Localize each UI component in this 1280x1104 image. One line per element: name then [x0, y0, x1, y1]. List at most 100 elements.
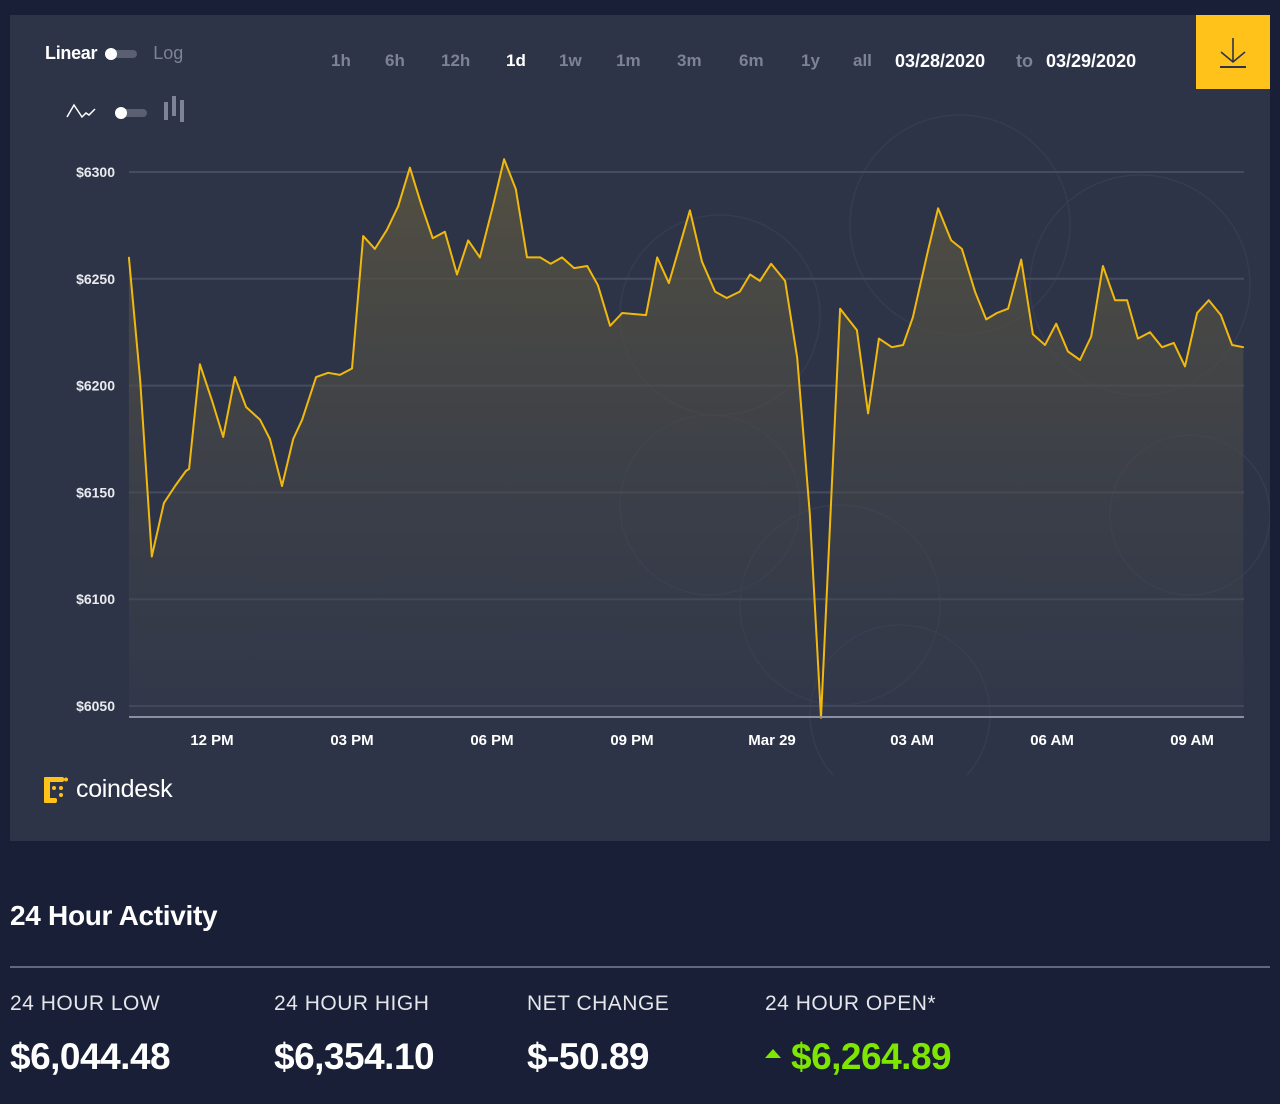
stat-value-text: $6,044.48 — [10, 1036, 171, 1077]
coindesk-logo[interactable]: coindesk — [44, 775, 173, 804]
stat-label: 24 HOUR HIGH — [274, 992, 430, 1015]
data-point — [1231, 344, 1233, 346]
y-tick-label: $6200 — [76, 378, 115, 394]
data-point — [1184, 365, 1186, 368]
data-point — [809, 513, 811, 515]
data-point — [444, 231, 446, 233]
data-point — [749, 273, 751, 276]
data-point — [1055, 322, 1057, 325]
brand-name: coindesk — [76, 775, 173, 803]
stat-value-text: $6,354.10 — [274, 1036, 435, 1077]
stat-24h-low: 24 HOUR LOW $6,044.48 — [10, 992, 171, 1078]
data-point — [586, 265, 588, 267]
data-point — [1173, 342, 1175, 344]
price-area — [128, 159, 1244, 718]
stat-label: 24 HOUR OPEN* — [765, 992, 937, 1015]
stat-label: 24 HOUR LOW — [10, 992, 161, 1015]
data-point — [1137, 337, 1139, 340]
stat-value: $-50.89 — [527, 1036, 669, 1078]
activity-title: 24 Hour Activity — [10, 900, 218, 931]
data-point — [409, 166, 411, 169]
data-point — [856, 329, 858, 331]
data-point — [1149, 331, 1151, 334]
data-point — [937, 207, 939, 210]
data-point — [784, 280, 786, 282]
data-point — [974, 290, 976, 293]
data-point — [1044, 344, 1046, 346]
data-point — [339, 374, 341, 376]
data-point — [725, 297, 728, 299]
x-tick-label: 12 PM — [190, 732, 233, 749]
data-point — [327, 372, 330, 374]
data-point — [561, 256, 563, 259]
data-point — [656, 256, 658, 259]
y-tick-label: $6100 — [76, 591, 115, 607]
data-point — [1067, 350, 1069, 353]
data-point — [315, 376, 317, 378]
stat-value-text: $-50.89 — [527, 1036, 650, 1077]
stat-value: $6,354.10 — [274, 1036, 435, 1078]
data-point — [292, 438, 295, 440]
stat-value: $6,264.89 — [765, 1036, 952, 1078]
data-point — [1079, 359, 1081, 361]
stat-24h-high: 24 HOUR HIGH $6,354.10 — [274, 992, 435, 1078]
data-point — [1242, 346, 1245, 349]
data-point — [151, 555, 153, 558]
data-point — [467, 239, 470, 242]
data-point — [1126, 299, 1128, 302]
data-point — [245, 406, 247, 408]
data-point — [234, 376, 236, 378]
data-point — [839, 307, 841, 310]
x-tick-label: 09 AM — [1170, 732, 1214, 749]
data-point — [1114, 299, 1116, 302]
data-point — [770, 263, 772, 265]
data-point — [1032, 333, 1034, 336]
x-axis: 12 PM 03 PM 06 PM 09 PM Mar 29 03 AM 06 AM 09 A… — [190, 732, 1213, 749]
y-tick-label: $6250 — [76, 271, 115, 287]
data-point — [185, 470, 187, 472]
stat-label: NET CHANGE — [527, 992, 670, 1015]
data-point — [621, 312, 623, 314]
data-point — [701, 260, 703, 263]
data-point — [479, 256, 481, 259]
y-axis: $6050 $6100 $6150 $6200 $6250 $6300 — [76, 164, 115, 714]
stat-24h-open: 24 HOUR OPEN* $6,264.89 — [765, 992, 952, 1078]
data-point — [351, 367, 353, 370]
data-point — [996, 312, 998, 314]
data-point — [950, 239, 952, 242]
data-point — [597, 284, 599, 287]
data-point — [259, 419, 261, 421]
x-tick-label: 06 PM — [470, 732, 513, 749]
data-point — [222, 436, 224, 438]
data-point — [1161, 346, 1163, 349]
data-point — [985, 318, 987, 321]
y-tick-label: $6050 — [76, 698, 115, 714]
data-point — [891, 346, 893, 349]
data-point — [397, 205, 400, 207]
data-point — [301, 419, 303, 421]
data-point — [689, 209, 691, 212]
data-point — [163, 502, 165, 504]
y-tick-label: $6150 — [76, 484, 115, 500]
data-point — [1220, 314, 1222, 316]
data-point — [503, 158, 505, 160]
data-point — [961, 248, 963, 250]
data-point — [1208, 299, 1210, 302]
x-tick-label: 03 AM — [890, 732, 934, 749]
data-point — [456, 273, 458, 276]
price-chart-panel: Linear Log 1h 6h 12h 1d 1w 1m 3m 6m 1y a… — [10, 15, 1270, 841]
data-point — [609, 325, 611, 327]
data-point — [492, 205, 494, 207]
price-chart[interactable]: $6050 $6100 $6150 $6200 $6250 $6300 12 PM 03 P… — [10, 15, 1270, 775]
data-point — [645, 314, 647, 316]
data-point — [867, 412, 869, 415]
activity-divider — [10, 966, 1270, 968]
data-point — [1102, 265, 1104, 267]
data-point — [927, 250, 929, 252]
coindesk-logo-icon — [44, 776, 68, 803]
data-point — [269, 438, 271, 440]
data-point — [281, 485, 283, 487]
data-point — [668, 282, 670, 284]
x-tick-label: 03 PM — [330, 732, 373, 749]
data-point — [211, 399, 213, 402]
